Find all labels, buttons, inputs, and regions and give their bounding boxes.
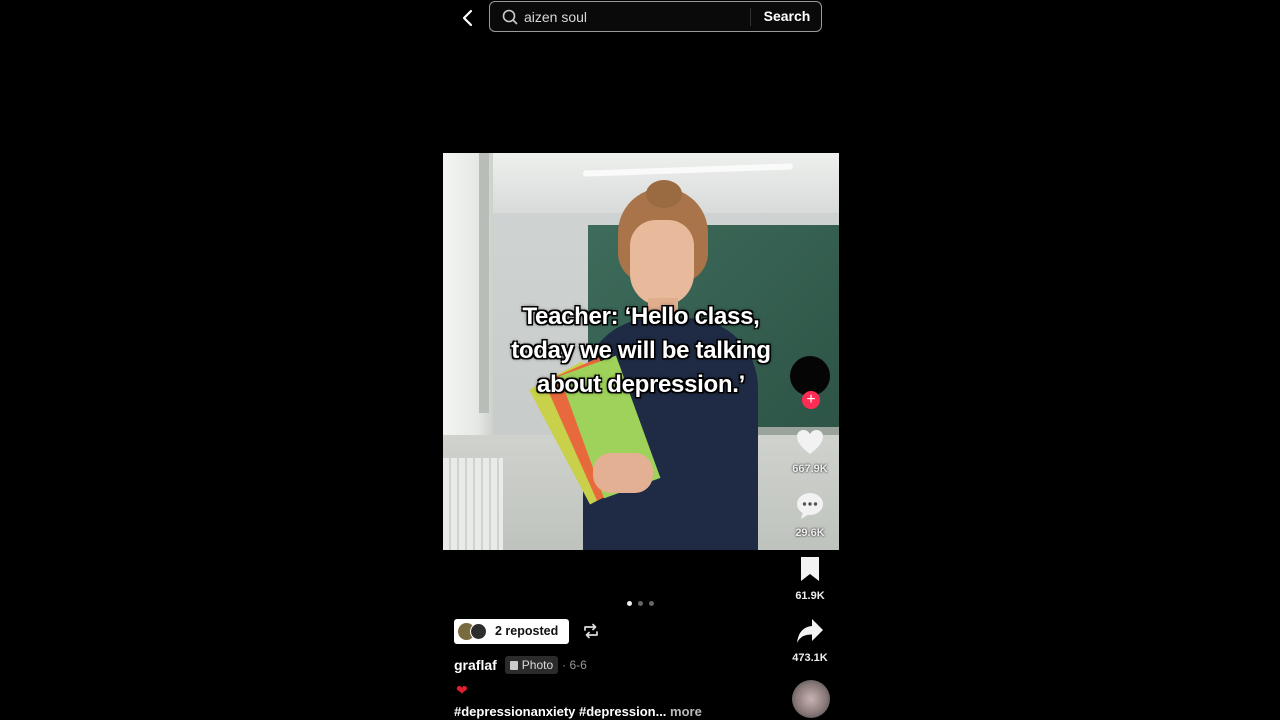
hashtag-text[interactable]: #depressionanxiety #depression... <box>454 704 666 719</box>
bookmark-button[interactable]: 61.9K <box>788 555 832 602</box>
repost-button[interactable] <box>579 619 603 643</box>
carousel-indicator <box>627 601 657 607</box>
reposter-avatar <box>470 623 487 640</box>
carousel-dot <box>649 601 654 606</box>
teacher-hair-bun <box>646 180 682 208</box>
teacher-hands <box>593 453 653 493</box>
caption-more-link[interactable]: more <box>670 704 702 719</box>
carousel-dot-active <box>627 601 632 606</box>
photo-caption-overlay: Teacher: ‘Hello class, today we will be … <box>443 300 839 402</box>
comment-count: 29.6K <box>795 527 825 539</box>
post-meta-line: graflaf Photo · 6-6 <box>454 655 587 675</box>
heart-icon <box>797 430 823 454</box>
search-divider <box>750 8 751 26</box>
video-feed-screen: Search Teacher: ‘Hello class, today we <box>442 0 840 720</box>
post-type-label: Photo <box>521 658 554 672</box>
back-button[interactable] <box>456 6 480 30</box>
post-date: · 6-6 <box>562 658 587 672</box>
share-icon <box>797 619 823 643</box>
share-count: 473.1K <box>792 652 828 664</box>
bookmark-count: 61.9K <box>795 590 825 602</box>
search-icon <box>502 9 518 25</box>
comment-icon <box>797 493 823 519</box>
share-button[interactable]: 473.1K <box>788 617 832 664</box>
carousel-dot <box>638 601 643 606</box>
like-button[interactable]: 667.9K <box>788 428 832 475</box>
search-bar: Search <box>489 1 822 32</box>
post-type-badge: Photo <box>504 656 559 674</box>
reposted-chip[interactable]: 2 reposted <box>454 619 569 644</box>
post-photo[interactable]: Teacher: ‘Hello class, today we will be … <box>443 153 839 550</box>
bookmark-icon <box>801 557 819 581</box>
like-count: 667.9K <box>792 463 828 475</box>
photo-radiator <box>443 458 503 550</box>
caption-line-2: today we will be talking <box>511 337 771 364</box>
search-input[interactable] <box>524 6 734 28</box>
caption-line-3: about depression.’ <box>537 371 745 398</box>
repost-count-label: 2 reposted <box>495 624 559 638</box>
search-button[interactable]: Search <box>752 2 822 31</box>
follow-button[interactable]: + <box>802 391 820 409</box>
teacher-face <box>630 220 694 306</box>
back-arrow-icon <box>462 9 473 27</box>
music-disc-icon[interactable] <box>792 680 830 718</box>
search-header: Search <box>442 0 840 40</box>
photo-icon <box>509 660 518 670</box>
caption-line-1: Teacher: ‘Hello class, <box>522 303 760 330</box>
post-username[interactable]: graflaf <box>454 657 497 673</box>
post-hashtags[interactable]: #depressionanxiety #depression... more <box>454 704 702 719</box>
caption-emoji: ❤ <box>456 682 468 698</box>
repost-icon <box>584 623 598 639</box>
comment-button[interactable]: 29.6K <box>788 492 832 539</box>
creator-avatar[interactable] <box>790 356 830 396</box>
